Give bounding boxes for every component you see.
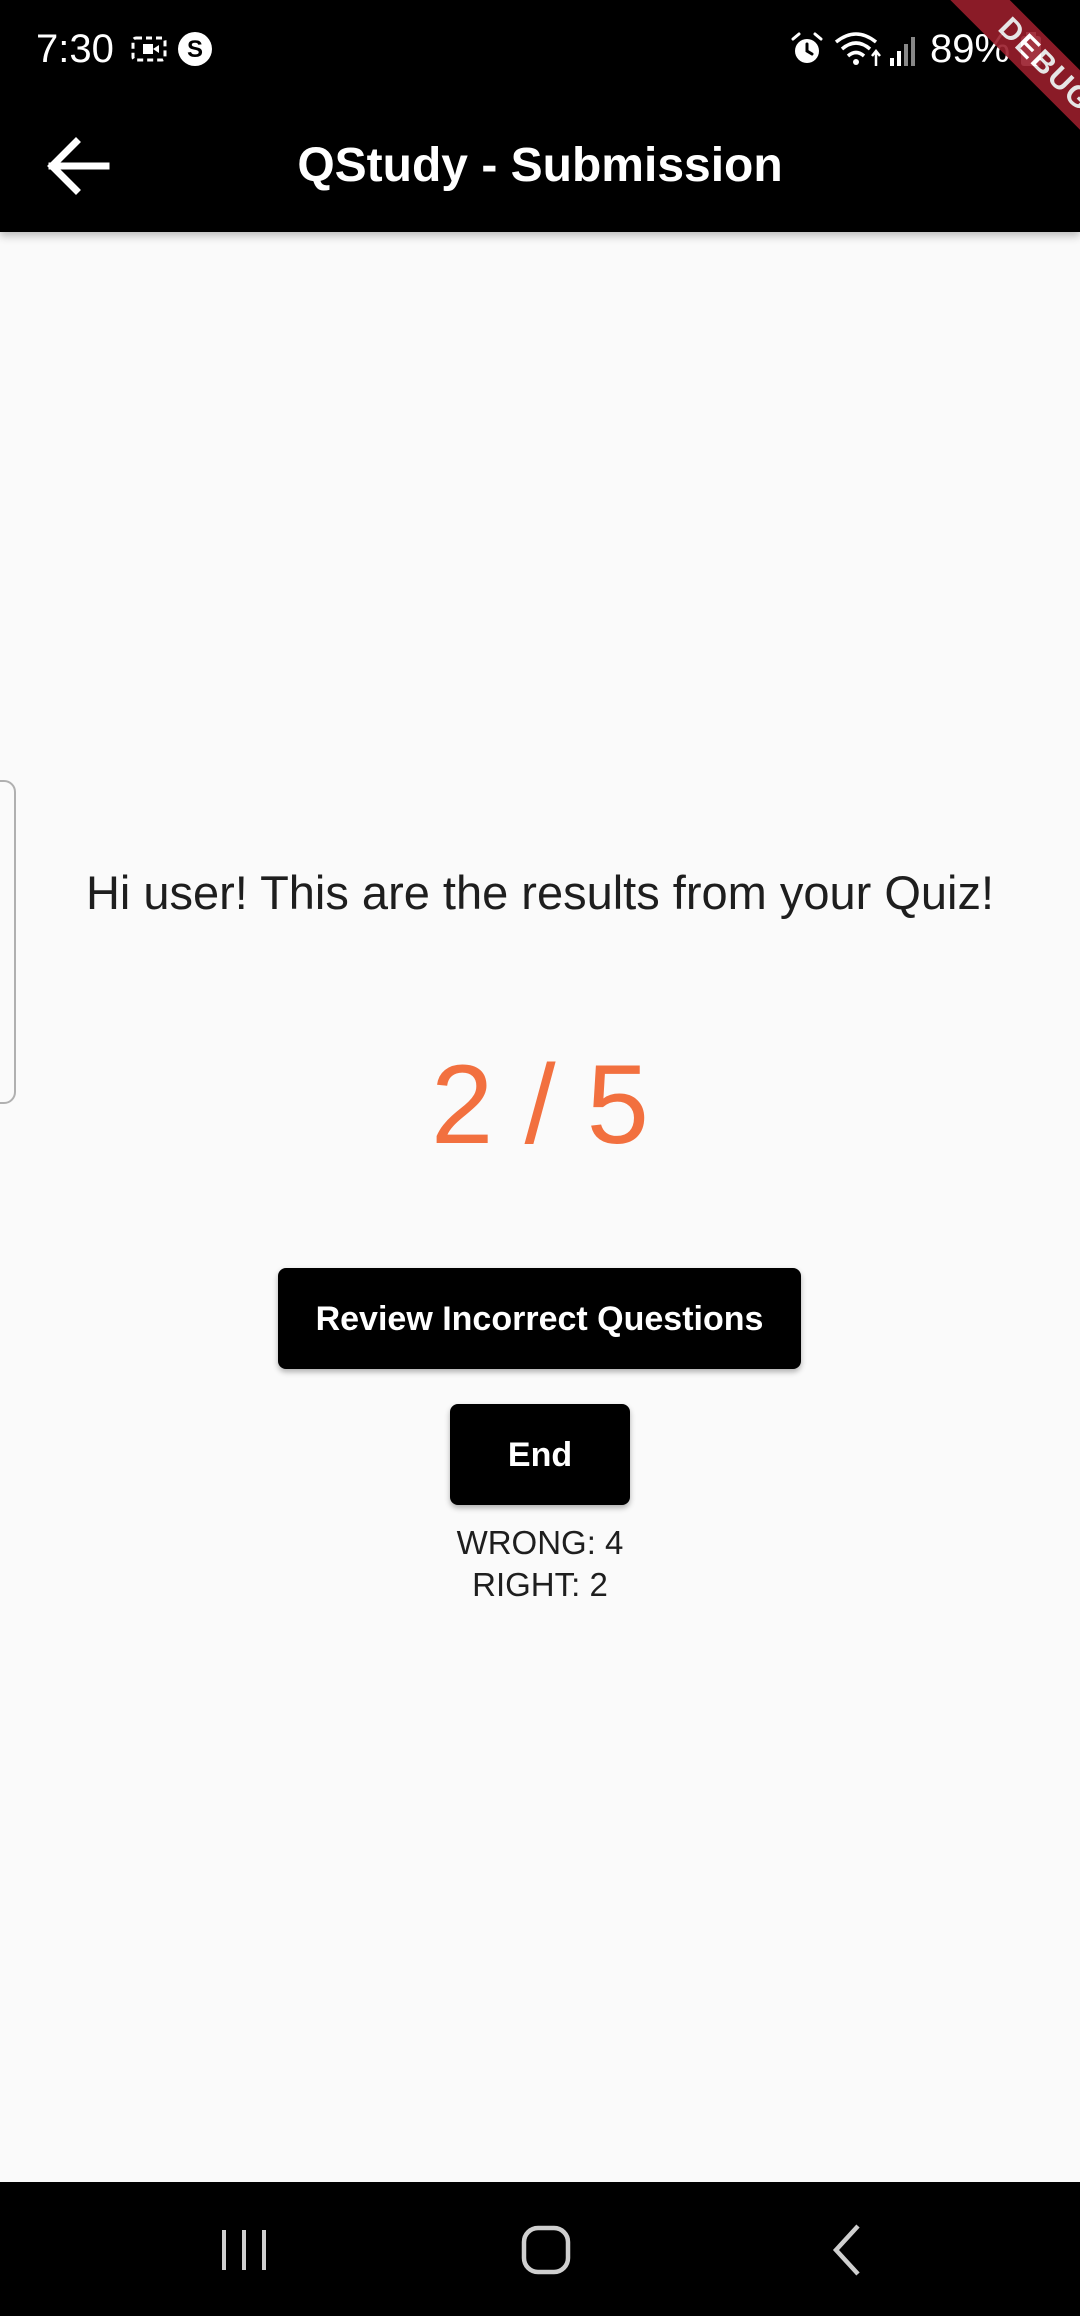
alarm-icon [791,32,823,63]
s-app-icon: S [178,32,212,66]
battery-icon [1021,32,1041,66]
recent-apps-icon[interactable] [208,2214,280,2286]
quiz-score: 2 / 5 [431,1042,649,1167]
wifi-icon [834,32,881,66]
wrong-count: WRONG: 4 [456,1524,624,1561]
battery-percentage: 89% [930,27,1011,71]
right-count: RIGHT: 2 [472,1566,608,1603]
svg-text:S: S [187,36,203,63]
status-bar: 7:30 S 89% [0,0,1080,100]
results-greeting: Hi user! This are the results from your … [85,866,995,919]
end-button[interactable]: End [450,1404,630,1505]
signal-icon [890,37,915,66]
screen-recorder-icon [131,36,167,62]
back-arrow-icon[interactable] [40,134,116,198]
status-time: 7:30 [36,27,114,71]
back-nav-icon[interactable] [812,2214,884,2286]
page-title: QStudy - Submission [297,139,783,192]
system-nav-bar [0,2182,1080,2316]
app-bar: QStudy - Submission [0,100,1080,232]
review-incorrect-questions-button[interactable]: Review Incorrect Questions [278,1268,801,1369]
home-icon[interactable] [510,2214,582,2286]
